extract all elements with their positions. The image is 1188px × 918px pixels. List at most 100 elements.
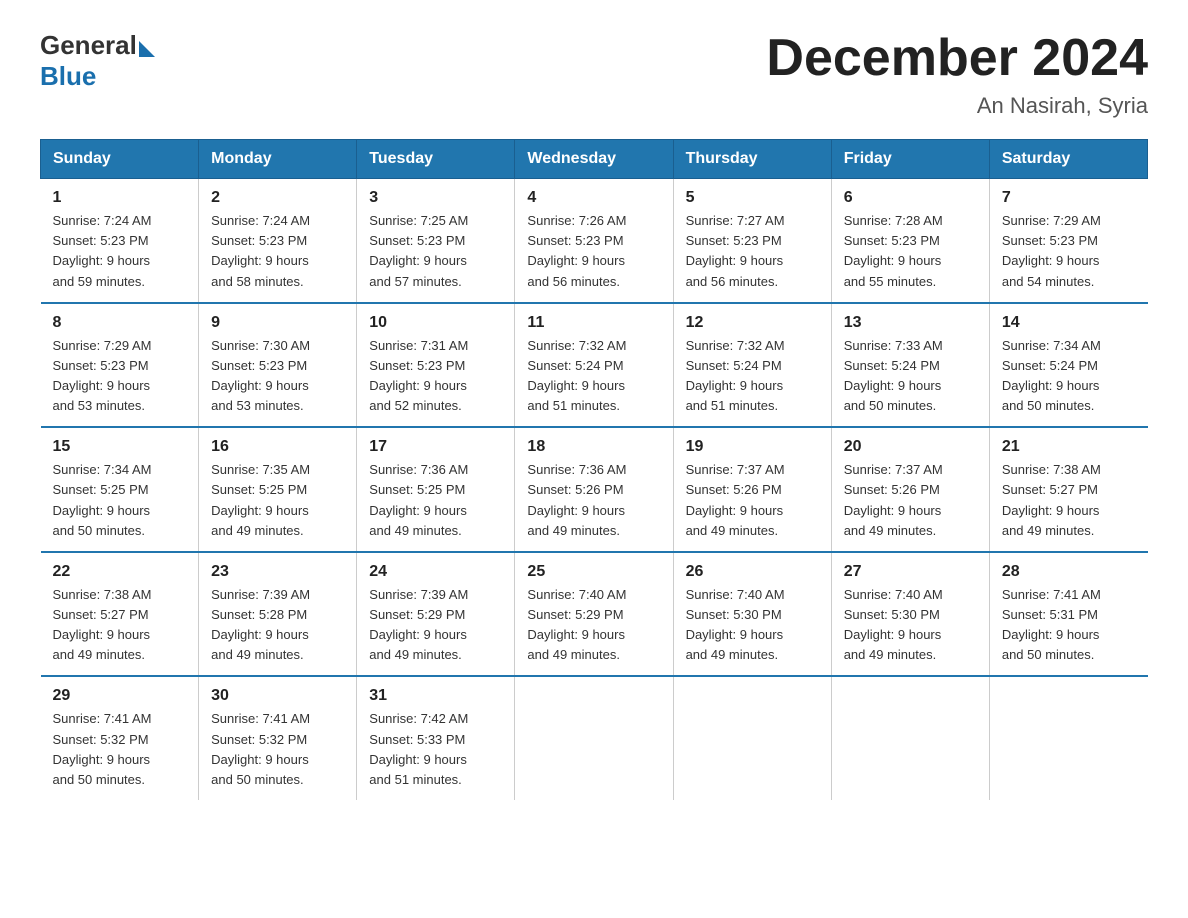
logo: General Blue	[40, 30, 155, 92]
day-number: 21	[1002, 438, 1136, 456]
day-number: 26	[686, 563, 819, 581]
day-info: Sunrise: 7:38 AMSunset: 5:27 PMDaylight:…	[53, 585, 187, 666]
day-info: Sunrise: 7:24 AMSunset: 5:23 PMDaylight:…	[211, 211, 344, 292]
calendar-week-row: 8Sunrise: 7:29 AMSunset: 5:23 PMDaylight…	[41, 303, 1148, 428]
day-number: 19	[686, 438, 819, 456]
calendar-cell: 26Sunrise: 7:40 AMSunset: 5:30 PMDayligh…	[673, 552, 831, 677]
day-info: Sunrise: 7:39 AMSunset: 5:29 PMDaylight:…	[369, 585, 502, 666]
day-info: Sunrise: 7:38 AMSunset: 5:27 PMDaylight:…	[1002, 460, 1136, 541]
calendar-week-row: 29 Sunrise: 7:41 AMSunset: 5:32 PMDayligh…	[41, 676, 1148, 800]
day-info: Sunrise: 7:36 AMSunset: 5:26 PMDaylight:…	[527, 460, 660, 541]
day-info: Sunrise: 7:34 AMSunset: 5:25 PMDaylight:…	[53, 460, 187, 541]
calendar-cell: 31 Sunrise: 7:42 AMSunset: 5:33 PMDayligh…	[357, 676, 515, 800]
calendar-cell: 7 Sunrise: 7:29 AMSunset: 5:23 PMDaylight…	[989, 179, 1147, 303]
calendar-table: SundayMondayTuesdayWednesdayThursdayFrid…	[40, 139, 1148, 800]
logo-blue: Blue	[40, 61, 155, 92]
calendar-cell: 28 Sunrise: 7:41 AMSunset: 5:31 PMDayligh…	[989, 552, 1147, 677]
day-number: 11	[527, 314, 660, 332]
day-info: Sunrise: 7:37 AMSunset: 5:26 PMDaylight:…	[844, 460, 977, 541]
day-info: Sunrise: 7:26 AMSunset: 5:23 PMDaylight:…	[527, 211, 660, 292]
day-number: 20	[844, 438, 977, 456]
day-number: 31	[369, 687, 502, 705]
calendar-cell: 1 Sunrise: 7:24 AMSunset: 5:23 PMDaylight…	[41, 179, 199, 303]
day-number: 17	[369, 438, 502, 456]
calendar-cell: 12Sunrise: 7:32 AMSunset: 5:24 PMDayligh…	[673, 303, 831, 428]
day-info: Sunrise: 7:41 AMSunset: 5:31 PMDaylight:…	[1002, 585, 1136, 666]
day-number: 5	[686, 189, 819, 207]
calendar-cell: 16Sunrise: 7:35 AMSunset: 5:25 PMDayligh…	[199, 427, 357, 552]
day-number: 28	[1002, 563, 1136, 581]
calendar-cell: 4 Sunrise: 7:26 AMSunset: 5:23 PMDaylight…	[515, 179, 673, 303]
month-year-title: December 2024	[766, 30, 1148, 87]
calendar-cell	[831, 676, 989, 800]
col-header-saturday: Saturday	[989, 140, 1147, 179]
day-number: 7	[1002, 189, 1136, 207]
day-number: 29	[53, 687, 187, 705]
calendar-cell: 9 Sunrise: 7:30 AMSunset: 5:23 PMDaylight…	[199, 303, 357, 428]
calendar-cell	[989, 676, 1147, 800]
day-info: Sunrise: 7:33 AMSunset: 5:24 PMDaylight:…	[844, 336, 977, 417]
day-number: 24	[369, 563, 502, 581]
calendar-cell: 27Sunrise: 7:40 AMSunset: 5:30 PMDayligh…	[831, 552, 989, 677]
location-subtitle: An Nasirah, Syria	[766, 93, 1148, 119]
calendar-header-row: SundayMondayTuesdayWednesdayThursdayFrid…	[41, 140, 1148, 179]
day-number: 4	[527, 189, 660, 207]
calendar-week-row: 22 Sunrise: 7:38 AMSunset: 5:27 PMDayligh…	[41, 552, 1148, 677]
calendar-cell: 2 Sunrise: 7:24 AMSunset: 5:23 PMDaylight…	[199, 179, 357, 303]
calendar-cell: 20 Sunrise: 7:37 AMSunset: 5:26 PMDayligh…	[831, 427, 989, 552]
day-info: Sunrise: 7:41 AMSunset: 5:32 PMDaylight:…	[53, 709, 187, 790]
calendar-cell: 17 Sunrise: 7:36 AMSunset: 5:25 PMDayligh…	[357, 427, 515, 552]
day-info: Sunrise: 7:32 AMSunset: 5:24 PMDaylight:…	[527, 336, 660, 417]
day-info: Sunrise: 7:24 AMSunset: 5:23 PMDaylight:…	[53, 211, 187, 292]
day-number: 12	[686, 314, 819, 332]
day-number: 6	[844, 189, 977, 207]
day-info: Sunrise: 7:29 AMSunset: 5:23 PMDaylight:…	[1002, 211, 1136, 292]
col-header-sunday: Sunday	[41, 140, 199, 179]
day-info: Sunrise: 7:39 AMSunset: 5:28 PMDaylight:…	[211, 585, 344, 666]
day-number: 22	[53, 563, 187, 581]
day-number: 10	[369, 314, 502, 332]
calendar-cell	[673, 676, 831, 800]
calendar-cell	[515, 676, 673, 800]
day-number: 30	[211, 687, 344, 705]
day-number: 23	[211, 563, 344, 581]
day-info: Sunrise: 7:30 AMSunset: 5:23 PMDaylight:…	[211, 336, 344, 417]
calendar-cell: 11 Sunrise: 7:32 AMSunset: 5:24 PMDayligh…	[515, 303, 673, 428]
day-info: Sunrise: 7:34 AMSunset: 5:24 PMDaylight:…	[1002, 336, 1136, 417]
calendar-cell: 30 Sunrise: 7:41 AMSunset: 5:32 PMDayligh…	[199, 676, 357, 800]
calendar-cell: 3Sunrise: 7:25 AMSunset: 5:23 PMDaylight…	[357, 179, 515, 303]
calendar-cell: 15 Sunrise: 7:34 AMSunset: 5:25 PMDayligh…	[41, 427, 199, 552]
day-number: 2	[211, 189, 344, 207]
day-number: 16	[211, 438, 344, 456]
page-header: General Blue December 2024 An Nasirah, S…	[40, 30, 1148, 119]
col-header-thursday: Thursday	[673, 140, 831, 179]
day-number: 9	[211, 314, 344, 332]
col-header-friday: Friday	[831, 140, 989, 179]
calendar-cell: 21 Sunrise: 7:38 AMSunset: 5:27 PMDayligh…	[989, 427, 1147, 552]
calendar-cell: 25 Sunrise: 7:40 AMSunset: 5:29 PMDayligh…	[515, 552, 673, 677]
calendar-cell: 19 Sunrise: 7:37 AMSunset: 5:26 PMDayligh…	[673, 427, 831, 552]
calendar-week-row: 15 Sunrise: 7:34 AMSunset: 5:25 PMDayligh…	[41, 427, 1148, 552]
calendar-cell: 13Sunrise: 7:33 AMSunset: 5:24 PMDayligh…	[831, 303, 989, 428]
day-number: 25	[527, 563, 660, 581]
day-info: Sunrise: 7:36 AMSunset: 5:25 PMDaylight:…	[369, 460, 502, 541]
title-block: December 2024 An Nasirah, Syria	[766, 30, 1148, 119]
day-number: 14	[1002, 314, 1136, 332]
calendar-cell: 5 Sunrise: 7:27 AMSunset: 5:23 PMDaylight…	[673, 179, 831, 303]
day-info: Sunrise: 7:37 AMSunset: 5:26 PMDaylight:…	[686, 460, 819, 541]
day-info: Sunrise: 7:40 AMSunset: 5:29 PMDaylight:…	[527, 585, 660, 666]
day-number: 1	[53, 189, 187, 207]
calendar-week-row: 1 Sunrise: 7:24 AMSunset: 5:23 PMDaylight…	[41, 179, 1148, 303]
day-info: Sunrise: 7:42 AMSunset: 5:33 PMDaylight:…	[369, 709, 502, 790]
col-header-tuesday: Tuesday	[357, 140, 515, 179]
day-info: Sunrise: 7:25 AMSunset: 5:23 PMDaylight:…	[369, 211, 502, 292]
calendar-cell: 18Sunrise: 7:36 AMSunset: 5:26 PMDayligh…	[515, 427, 673, 552]
calendar-cell: 10 Sunrise: 7:31 AMSunset: 5:23 PMDayligh…	[357, 303, 515, 428]
calendar-cell: 14 Sunrise: 7:34 AMSunset: 5:24 PMDayligh…	[989, 303, 1147, 428]
calendar-cell: 8Sunrise: 7:29 AMSunset: 5:23 PMDaylight…	[41, 303, 199, 428]
day-info: Sunrise: 7:28 AMSunset: 5:23 PMDaylight:…	[844, 211, 977, 292]
day-info: Sunrise: 7:41 AMSunset: 5:32 PMDaylight:…	[211, 709, 344, 790]
day-number: 15	[53, 438, 187, 456]
day-info: Sunrise: 7:31 AMSunset: 5:23 PMDaylight:…	[369, 336, 502, 417]
day-info: Sunrise: 7:27 AMSunset: 5:23 PMDaylight:…	[686, 211, 819, 292]
